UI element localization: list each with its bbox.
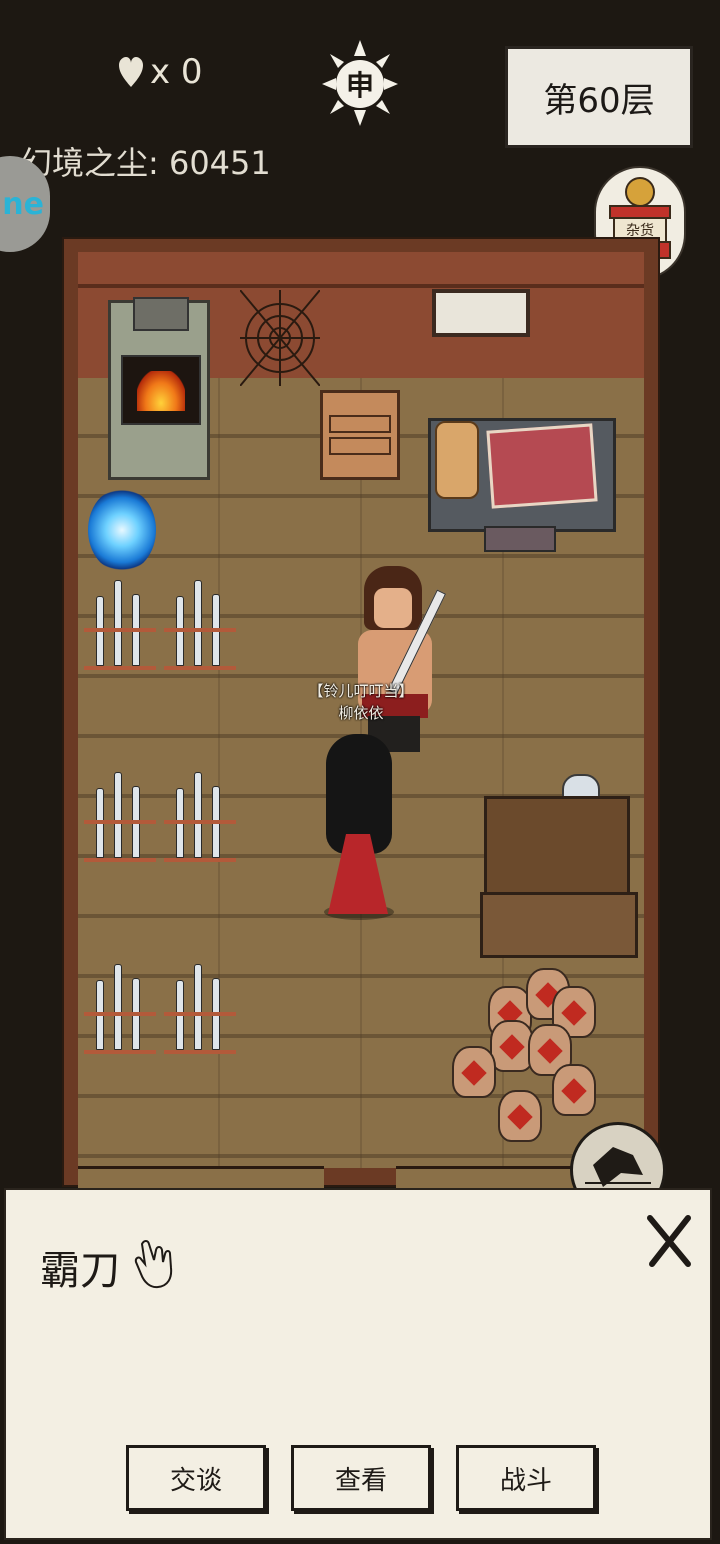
lives-count: x 0 (150, 52, 203, 92)
fireplace (108, 297, 210, 480)
inspect-button[interactable]: 查看 (291, 1445, 431, 1511)
illusion-dust-counter: 幻境之尘: 60451 (20, 144, 271, 182)
fire-icon (137, 371, 185, 411)
fireplace-opening (121, 355, 201, 425)
sword-rack (164, 580, 236, 672)
player-name: 柳依依 (338, 704, 384, 722)
dresser-drawer (329, 415, 391, 433)
bench (480, 892, 638, 958)
npc-face (374, 588, 412, 628)
wall-trim (78, 284, 644, 288)
close-icon[interactable] (642, 1212, 696, 1270)
bed (428, 418, 616, 532)
wine-jar (452, 1046, 496, 1098)
bed-step (484, 526, 556, 552)
floor-level-button[interactable]: 第60层 (505, 46, 693, 148)
fight-button[interactable]: 战斗 (456, 1445, 596, 1511)
player-title: 【铃儿叮叮当】 (308, 682, 414, 700)
sword-rack (84, 964, 156, 1056)
spiderweb-icon (240, 290, 320, 386)
dialog-npc-name: 霸刀 (40, 1248, 120, 1294)
lives-counter: x 0 (118, 52, 203, 92)
sword-rack (164, 772, 236, 864)
sword-rack (84, 580, 156, 672)
tea-table (484, 796, 630, 902)
wall-window (432, 289, 530, 337)
bed-pillow (435, 421, 479, 499)
player-name-tag: 【铃儿叮叮当】 柳依依 (296, 680, 426, 724)
dresser (320, 390, 400, 480)
hand-pointer-icon (134, 1240, 173, 1289)
wine-jar (498, 1090, 542, 1142)
time-symbol: 申 (336, 60, 384, 108)
side-tab-label: ne (2, 186, 44, 222)
player-character (322, 734, 396, 920)
npc-character[interactable] (352, 566, 447, 756)
talk-button[interactable]: 交谈 (126, 1445, 266, 1511)
time-indicator: 申 (322, 40, 398, 126)
portal-icon[interactable] (88, 488, 156, 572)
chimney (133, 297, 189, 331)
sword-rack (164, 964, 236, 1056)
wine-jar (552, 1064, 596, 1116)
bed-blanket (486, 423, 598, 509)
heart-icon (119, 57, 143, 87)
dresser-drawer (329, 437, 391, 455)
sword-rack (84, 772, 156, 864)
